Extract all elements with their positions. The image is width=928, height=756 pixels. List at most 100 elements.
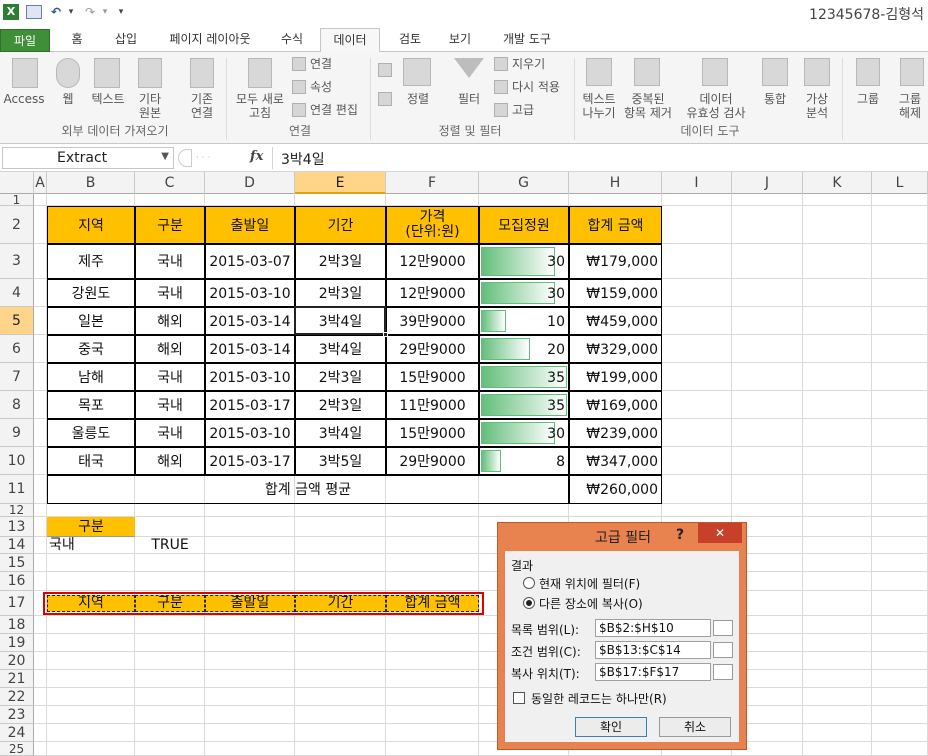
existing-connections-button[interactable]: 기존 연결 <box>180 92 224 120</box>
table-cell-duration[interactable]: 3박5일 <box>295 447 386 475</box>
table-cell-capacity[interactable]: 35 <box>479 363 569 391</box>
table-cell-capacity[interactable]: 10 <box>479 307 569 335</box>
table-cell-capacity[interactable]: 30 <box>479 419 569 447</box>
table-cell-price[interactable]: 12만9000 <box>386 244 479 279</box>
reapply-button[interactable]: 다시 적용 <box>512 80 560 94</box>
table-cell-total[interactable]: ₩169,000 <box>569 391 662 419</box>
tab-insert[interactable]: 삽입 <box>106 28 146 52</box>
range-picker-icon[interactable] <box>713 642 733 658</box>
range-picker-icon[interactable] <box>713 620 733 636</box>
row-header-24[interactable]: 24 <box>0 724 34 742</box>
table-cell-region[interactable]: 강원도 <box>47 279 135 307</box>
table-cell-date[interactable]: 2015-03-17 <box>205 447 295 475</box>
customize-toolbar-icon[interactable]: ▾ <box>116 3 126 21</box>
table-cell-capacity[interactable]: 8 <box>479 447 569 475</box>
sort-button[interactable]: 정렬 <box>400 92 436 106</box>
row-header-5[interactable]: 5 <box>0 307 34 335</box>
row-header-21[interactable]: 21 <box>0 670 34 688</box>
advanced-filter-button[interactable]: 고급 <box>512 103 534 117</box>
row-header-14[interactable]: 14 <box>0 537 34 554</box>
column-header-g[interactable]: G <box>479 172 569 194</box>
tab-developer[interactable]: 개발 도구 <box>494 28 560 52</box>
unique-records-checkbox[interactable] <box>513 692 525 704</box>
text-to-columns-button[interactable]: 텍스트 나누기 <box>578 92 620 120</box>
radio-filter-in-place-label[interactable]: 현재 위치에 필터(F) <box>539 575 640 592</box>
insert-function-icon[interactable]: fx <box>250 149 263 164</box>
table-cell-price[interactable]: 39만9000 <box>386 307 479 335</box>
column-header-b[interactable]: B <box>47 172 135 194</box>
table-cell-date[interactable]: 2015-03-14 <box>205 335 295 363</box>
formula-input[interactable]: 3박4일 <box>272 147 928 169</box>
criteria-value-cell[interactable]: 국내 <box>47 537 135 554</box>
table-cell-type[interactable]: 해외 <box>135 447 205 475</box>
row-header-2[interactable]: 2 <box>0 206 34 244</box>
row-header-8[interactable]: 8 <box>0 391 34 419</box>
table-cell-price[interactable]: 15만9000 <box>386 419 479 447</box>
row-header-6[interactable]: 6 <box>0 335 34 363</box>
redo-dropdown-icon[interactable]: ▾ <box>100 3 110 21</box>
table-cell-duration[interactable]: 3박4일 <box>295 335 386 363</box>
edit-links-button[interactable]: 연결 편집 <box>310 103 358 117</box>
row-header-20[interactable]: 20 <box>0 652 34 670</box>
properties-button[interactable]: 속성 <box>310 80 332 94</box>
table-cell-duration[interactable]: 2박3일 <box>295 244 386 279</box>
table-cell-price[interactable]: 12만9000 <box>386 279 479 307</box>
sort-ascending-icon[interactable] <box>378 63 392 77</box>
table-cell-capacity[interactable]: 30 <box>479 279 569 307</box>
select-all-corner[interactable] <box>0 172 34 194</box>
access-button[interactable]: Access <box>2 92 46 106</box>
table-cell-region[interactable]: 태국 <box>47 447 135 475</box>
column-header-j[interactable]: J <box>732 172 803 194</box>
table-cell-price[interactable]: 15만9000 <box>386 363 479 391</box>
table-cell-duration[interactable]: 2박3일 <box>295 279 386 307</box>
average-label-cell[interactable]: 합계 금액 평균 <box>47 475 569 504</box>
criteria-header-cell[interactable]: 구분 <box>47 517 135 537</box>
table-cell-capacity[interactable]: 35 <box>479 391 569 419</box>
table-cell-type[interactable]: 국내 <box>135 244 205 279</box>
table-cell-date[interactable]: 2015-03-10 <box>205 419 295 447</box>
name-box[interactable]: Extract ▼ <box>2 147 174 169</box>
table-cell-date[interactable]: 2015-03-07 <box>205 244 295 279</box>
column-header-i[interactable]: I <box>662 172 732 194</box>
table-cell-type[interactable]: 해외 <box>135 307 205 335</box>
table-header-cell[interactable]: 구분 <box>135 206 205 244</box>
row-header-19[interactable]: 19 <box>0 634 34 652</box>
table-cell-region[interactable]: 목포 <box>47 391 135 419</box>
list-range-input[interactable]: $B$2:$H$10 <box>595 619 711 637</box>
clear-filter-button[interactable]: 지우기 <box>512 57 545 71</box>
table-cell-total[interactable]: ₩347,000 <box>569 447 662 475</box>
column-header-d[interactable]: D <box>205 172 295 194</box>
criteria-formula-cell[interactable]: TRUE <box>135 537 205 554</box>
table-cell-duration[interactable]: 2박3일 <box>295 391 386 419</box>
row-header-18[interactable]: 18 <box>0 616 34 634</box>
column-header-f[interactable]: F <box>386 172 479 194</box>
tab-data[interactable]: 데이터 <box>320 28 380 53</box>
table-cell-total[interactable]: ₩159,000 <box>569 279 662 307</box>
table-cell-region[interactable]: 울릉도 <box>47 419 135 447</box>
tab-home[interactable]: 홈 <box>62 28 92 52</box>
average-value-cell[interactable]: ₩260,000 <box>569 475 662 504</box>
tab-review[interactable]: 검토 <box>390 28 430 52</box>
row-header-10[interactable]: 10 <box>0 447 34 475</box>
redo-icon[interactable]: ↷ <box>82 3 98 21</box>
table-header-cell[interactable]: 기간 <box>295 206 386 244</box>
table-cell-total[interactable]: ₩329,000 <box>569 335 662 363</box>
column-header-h[interactable]: H <box>569 172 662 194</box>
text-button[interactable]: 텍스트 <box>88 92 128 106</box>
table-cell-duration[interactable]: 3박4일 <box>295 419 386 447</box>
refresh-all-button[interactable]: 모두 새로 고침 <box>230 92 290 120</box>
row-header-15[interactable]: 15 <box>0 554 34 572</box>
radio-copy-to-location[interactable] <box>523 597 535 609</box>
table-cell-price[interactable]: 11만9000 <box>386 391 479 419</box>
fill-handle[interactable] <box>383 332 388 337</box>
column-header-e[interactable]: E <box>295 172 386 194</box>
radio-copy-to-location-label[interactable]: 다른 장소에 복사(O) <box>539 595 643 612</box>
table-header-cell[interactable]: 합계 금액 <box>569 206 662 244</box>
row-header-17[interactable]: 17 <box>0 591 34 616</box>
group-button[interactable]: 그룹 <box>850 92 886 106</box>
table-header-cell[interactable]: 지역 <box>47 206 135 244</box>
table-cell-type[interactable]: 국내 <box>135 391 205 419</box>
table-cell-type[interactable]: 해외 <box>135 335 205 363</box>
table-cell-duration[interactable]: 2박3일 <box>295 363 386 391</box>
table-cell-price[interactable]: 29만9000 <box>386 335 479 363</box>
